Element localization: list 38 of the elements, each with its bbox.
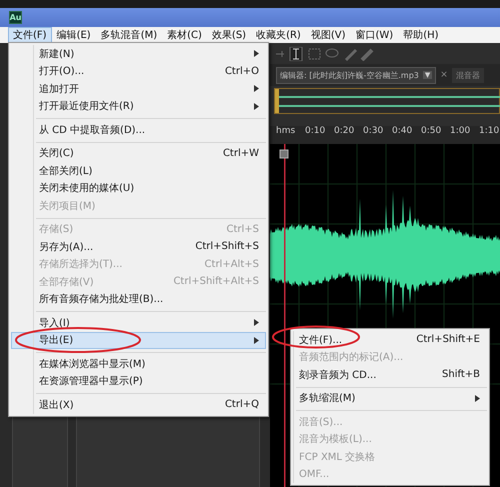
menu-title[interactable]: 帮助(H) — [398, 27, 444, 43]
mixer-tab[interactable]: 混音器 — [452, 68, 484, 82]
menu-item[interactable]: 关闭未使用的媒体(U) — [11, 180, 266, 197]
time-label: 0:40 — [392, 126, 414, 136]
menu-item[interactable]: 导出(E) — [11, 332, 266, 349]
menu-item[interactable]: 打开(O)... Ctrl+O — [11, 62, 266, 80]
menu-item[interactable]: 所有音频存储为批处理(B)... — [11, 290, 266, 308]
menu-title[interactable]: 文件(F) — [8, 27, 52, 43]
menu-title[interactable]: 收藏夹(R) — [251, 27, 306, 43]
menu-item[interactable]: 文件(F)... Ctrl+Shift+E — [293, 331, 487, 348]
menu-item[interactable]: 在资源管理器中显示(P) — [11, 372, 266, 390]
menu-title[interactable]: 多轨混音(M) — [96, 27, 162, 43]
menu-item[interactable]: 从 CD 中提取音频(D)... — [11, 121, 266, 138]
menu-item[interactable]: 多轨缩混(M) — [293, 390, 487, 407]
menu-item[interactable]: 打开最近使用文件(R) — [11, 98, 266, 115]
menu-item[interactable]: 另存为(A)... Ctrl+Shift+S — [11, 238, 266, 256]
time-label: 1:10 — [479, 126, 500, 136]
menu-item[interactable]: 关闭(C) Ctrl+W — [11, 144, 266, 162]
menu-title[interactable]: 素材(C) — [162, 27, 207, 43]
menu-item[interactable]: 全部关闭(L) — [11, 162, 266, 180]
menu-item[interactable]: 刻录音频为 CD... Shift+B — [293, 366, 487, 384]
app-icon: Au — [9, 11, 22, 24]
menu-item[interactable]: 追加打开 — [11, 80, 266, 98]
menu-item[interactable]: 退出(X) Ctrl+Q — [11, 396, 266, 414]
close-icon[interactable]: × — [440, 70, 448, 80]
menu-title[interactable]: 效果(S) — [206, 27, 252, 43]
menu-item[interactable]: 导入(I) — [11, 314, 266, 332]
time-label: 0:10 — [305, 126, 326, 136]
menu-title[interactable]: 窗口(W) — [350, 27, 398, 43]
time-label: 1:00 — [450, 126, 472, 136]
menu-title[interactable]: 视图(V) — [306, 27, 350, 43]
time-label: hms — [276, 126, 296, 136]
time-label: 0:20 — [334, 126, 356, 136]
menu-item[interactable]: 在媒体浏览器中显示(M) — [11, 355, 266, 372]
time-label: 0:50 — [421, 126, 442, 136]
menu-title[interactable]: 编辑(E) — [52, 27, 96, 43]
time-label: 0:30 — [363, 126, 384, 136]
menu-item[interactable]: 新建(N) — [11, 45, 266, 62]
